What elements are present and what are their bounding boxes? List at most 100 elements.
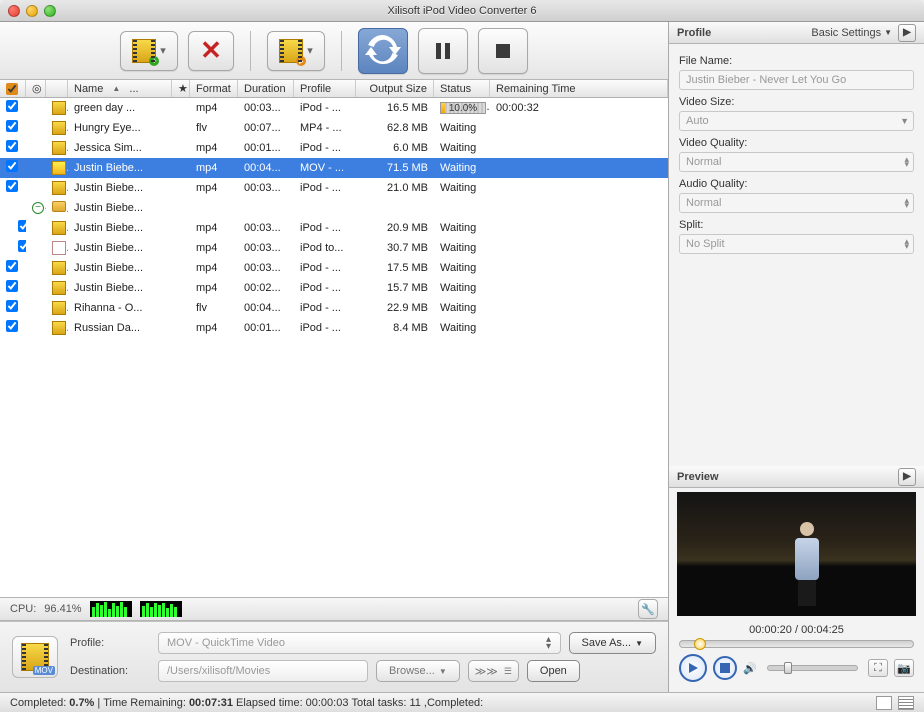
cpu-chart-icon: [140, 601, 182, 617]
collapse-icon[interactable]: −: [32, 202, 44, 214]
column-expander[interactable]: ◎: [26, 80, 46, 97]
preview-seek-slider[interactable]: [679, 640, 914, 648]
close-window-button[interactable]: [8, 5, 20, 17]
preview-toggle-button[interactable]: ▶: [898, 468, 916, 486]
row-checkbox[interactable]: [18, 220, 26, 232]
table-row[interactable]: Jessica Sim...mp400:01...iPod - ...6.0 M…: [0, 138, 668, 158]
volume-icon: 🔊: [743, 662, 757, 675]
table-row[interactable]: − Justin Biebe...: [0, 198, 668, 218]
row-name: Justin Biebe...: [68, 222, 172, 234]
video-size-select[interactable]: Auto▼: [679, 111, 914, 131]
audio-quality-select[interactable]: Normal▴▾: [679, 193, 914, 213]
settings-button[interactable]: 🔧: [638, 599, 658, 619]
fullscreen-button[interactable]: ⛶: [868, 659, 888, 677]
window-title: Xilisoft iPod Video Converter 6: [388, 5, 537, 17]
save-as-button[interactable]: Save As... ▼: [569, 632, 656, 654]
profile-type-icon: MOV: [12, 636, 58, 678]
cpu-value: 96.41%: [44, 603, 81, 615]
destination-field[interactable]: /Users/xilisoft/Movies: [158, 660, 368, 682]
view-list-icon[interactable]: [876, 696, 892, 710]
table-row[interactable]: Justin Biebe...mp400:04...MOV - ...71.5 …: [0, 158, 668, 178]
table-row[interactable]: Hungry Eye...flv00:07...MP4 - ...62.8 MB…: [0, 118, 668, 138]
basic-settings-dropdown[interactable]: Basic Settings▼: [811, 27, 892, 39]
column-name[interactable]: Name ▲ ...: [68, 80, 172, 97]
row-checkbox[interactable]: [6, 100, 18, 112]
delete-button[interactable]: ✕: [188, 31, 234, 71]
snapshot-button[interactable]: 📷: [894, 659, 914, 677]
select-all-checkbox[interactable]: [6, 83, 18, 95]
titlebar: Xilisoft iPod Video Converter 6: [0, 0, 924, 22]
table-row[interactable]: Justin Biebe...mp400:03...iPod - ...20.9…: [0, 218, 668, 238]
row-name: Rihanna - O...: [68, 302, 172, 314]
column-output[interactable]: Output Size: [356, 80, 434, 97]
minimize-window-button[interactable]: [26, 5, 38, 17]
profile-label: Profile:: [70, 637, 150, 649]
status-bar: Completed: 0.7% | Time Remaining: 00:07:…: [0, 692, 924, 712]
preview-time: 00:00:20 / 00:04:25: [669, 620, 924, 640]
stop-preview-button[interactable]: [713, 656, 737, 680]
profile-select[interactable]: MOV - QuickTime Video▴▾: [158, 632, 561, 654]
row-name: Justin Biebe...: [68, 162, 172, 174]
column-remaining[interactable]: Remaining Time: [490, 80, 668, 97]
pause-button[interactable]: [418, 28, 468, 74]
row-checkbox[interactable]: [6, 260, 18, 272]
row-checkbox[interactable]: [6, 120, 18, 132]
preview-panel-header: Preview ▶: [669, 466, 924, 488]
filename-field[interactable]: Justin Bieber - Never Let You Go: [679, 70, 914, 90]
add-profile-button[interactable]: ▸▾: [267, 31, 325, 71]
cpu-bar: CPU: 96.41% 🔧: [0, 597, 668, 621]
toolbar: +▾ ✕ ▸▾: [0, 22, 668, 80]
profile-panel-header: Profile Basic Settings▼ ▶: [669, 22, 924, 44]
add-file-button[interactable]: +▾: [120, 31, 178, 71]
row-name: Jessica Sim...: [68, 142, 172, 154]
filename-label: File Name:: [679, 55, 914, 67]
bottom-panel: MOV Profile: MOV - QuickTime Video▴▾ Sav…: [0, 621, 668, 692]
column-duration[interactable]: Duration: [238, 80, 294, 97]
row-name: Justin Biebe...: [68, 282, 172, 294]
video-quality-select[interactable]: Normal▴▾: [679, 152, 914, 172]
row-checkbox[interactable]: [6, 280, 18, 292]
column-star[interactable]: ★: [172, 80, 190, 97]
browse-button[interactable]: Browse... ▼: [376, 660, 460, 682]
skip-button[interactable]: ≫≫☰: [468, 660, 519, 682]
row-name: Russian Da...: [68, 322, 172, 334]
preview-video[interactable]: [677, 492, 916, 616]
sort-asc-icon: ▲: [112, 84, 120, 93]
column-status[interactable]: Status: [434, 80, 490, 97]
row-checkbox[interactable]: [6, 180, 18, 192]
view-detail-icon[interactable]: [898, 696, 914, 710]
split-select[interactable]: No Split▴▾: [679, 234, 914, 254]
row-checkbox[interactable]: [18, 240, 26, 252]
row-checkbox[interactable]: [6, 320, 18, 332]
file-table[interactable]: green day ...mp400:03...iPod - ...16.5 M…: [0, 98, 668, 597]
video-quality-label: Video Quality:: [679, 137, 914, 149]
split-label: Split:: [679, 219, 914, 231]
stop-button[interactable]: [478, 28, 528, 74]
video-size-label: Video Size:: [679, 96, 914, 108]
zoom-window-button[interactable]: [44, 5, 56, 17]
row-name: green day ...: [68, 102, 172, 114]
cpu-chart-icon: [90, 601, 132, 617]
column-format[interactable]: Format: [190, 80, 238, 97]
open-button[interactable]: Open: [527, 660, 580, 682]
table-row[interactable]: Rihanna - O...flv00:04...iPod - ...22.9 …: [0, 298, 668, 318]
table-row[interactable]: green day ...mp400:03...iPod - ...16.5 M…: [0, 98, 668, 118]
cpu-label: CPU:: [10, 603, 36, 615]
row-checkbox[interactable]: [6, 160, 18, 172]
row-checkbox[interactable]: [6, 140, 18, 152]
volume-slider[interactable]: [767, 665, 858, 671]
play-button[interactable]: [679, 654, 707, 682]
table-row[interactable]: Russian Da...mp400:01...iPod - ...8.4 MB…: [0, 318, 668, 338]
row-name: Justin Biebe...: [68, 242, 172, 254]
audio-quality-label: Audio Quality:: [679, 178, 914, 190]
table-row[interactable]: Justin Biebe...mp400:03...iPod - ...17.5…: [0, 258, 668, 278]
convert-button[interactable]: [358, 28, 408, 74]
row-name: Justin Biebe...: [68, 202, 172, 214]
table-row[interactable]: Justin Biebe...mp400:02...iPod - ...15.7…: [0, 278, 668, 298]
panel-toggle-button[interactable]: ▶: [898, 24, 916, 42]
row-checkbox[interactable]: [6, 300, 18, 312]
column-profile[interactable]: Profile: [294, 80, 356, 97]
table-row[interactable]: Justin Biebe...mp400:03...iPod to...30.7…: [0, 238, 668, 258]
row-name: Justin Biebe...: [68, 182, 172, 194]
table-row[interactable]: Justin Biebe...mp400:03...iPod - ...21.0…: [0, 178, 668, 198]
